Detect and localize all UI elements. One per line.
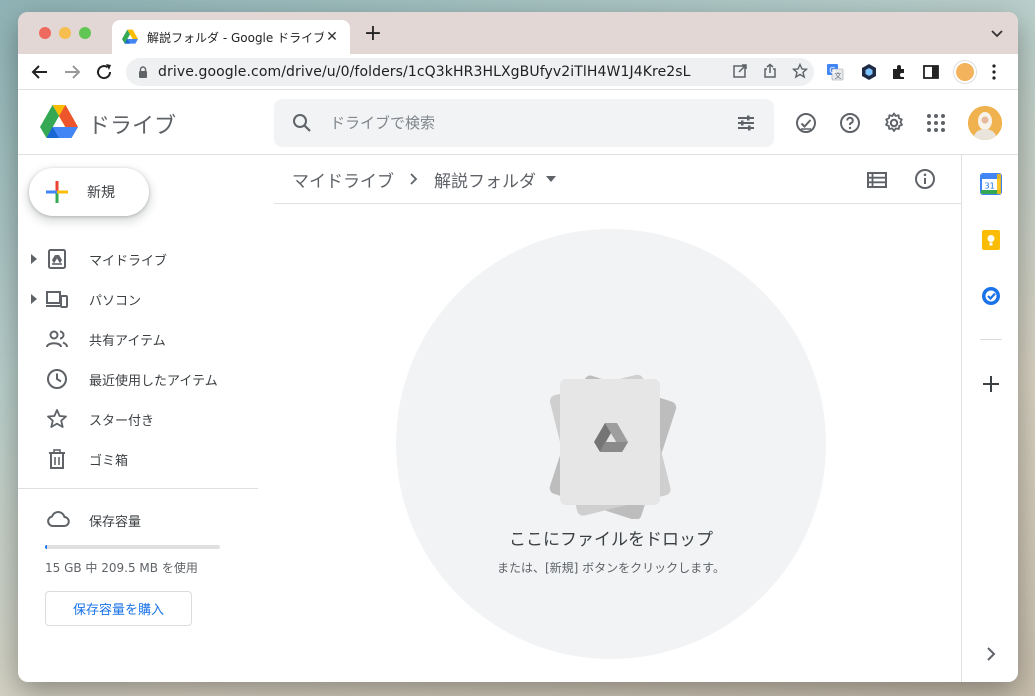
star-icon [47, 409, 67, 428]
search-bar [274, 99, 774, 147]
side-panel-divider [980, 339, 1002, 340]
active-tab[interactable]: 解説フォルダ - Google ドライブ ✕ [112, 20, 350, 54]
search-input[interactable] [330, 99, 710, 147]
new-button[interactable]: 新規 [29, 168, 149, 216]
tab-close-icon[interactable]: ✕ [324, 29, 340, 45]
trash-icon [49, 449, 65, 469]
browser-profile-avatar[interactable] [954, 61, 976, 83]
bookmark-star-icon[interactable] [792, 63, 808, 79]
svg-text:31: 31 [985, 182, 995, 191]
side-panel: 31 [961, 155, 1018, 682]
sidebar-item-computers[interactable]: パソコン [18, 279, 258, 319]
tab-strip: 解説フォルダ - Google ドライブ ✕ + [18, 12, 1018, 54]
storage-usage-fill [45, 545, 48, 549]
google-drive-logo-icon[interactable] [40, 105, 78, 139]
address-bar[interactable]: drive.google.com/drive/u/0/folders/1cQ3k… [126, 58, 814, 86]
sidebar-item-my-drive[interactable]: マイドライブ [18, 239, 258, 279]
new-button-label: 新規 [87, 185, 115, 201]
breadcrumb: マイドライブ 解説フォルダ [292, 165, 556, 193]
sidebar-item-label: スター付き [89, 413, 155, 429]
forward-arrow-icon[interactable] [62, 62, 82, 82]
google-translate-icon[interactable]: G 文 [826, 63, 844, 81]
tab-title: 解説フォルダ - Google ドライブ [147, 30, 324, 45]
offline-ready-icon[interactable] [794, 111, 818, 135]
back-arrow-icon[interactable] [30, 62, 50, 82]
sidebar-item-shared[interactable]: 共有アイテム [18, 319, 258, 359]
storage-label[interactable]: 保存容量 [89, 511, 141, 530]
side-panel-icon[interactable] [922, 63, 940, 81]
sidebar-item-starred[interactable]: スター付き [18, 399, 258, 439]
google-drive-favicon-icon [122, 29, 138, 44]
computers-icon [46, 291, 68, 308]
sidebar-item-recent[interactable]: 最近使用したアイテム [18, 359, 258, 399]
share-icon[interactable] [762, 63, 778, 79]
list-view-icon[interactable] [866, 169, 888, 191]
reload-icon[interactable] [94, 62, 114, 82]
avatar-portrait-icon [968, 106, 1002, 140]
help-icon[interactable] [838, 111, 862, 135]
buy-storage-button[interactable]: 保存容量を購入 [45, 591, 192, 626]
expand-arrow-icon[interactable] [30, 294, 38, 304]
breadcrumb-current-folder[interactable]: 解説フォルダ [434, 167, 536, 192]
tab-search-chevron-icon[interactable] [990, 26, 1004, 40]
settings-gear-icon[interactable] [882, 111, 906, 135]
search-options-icon[interactable] [736, 113, 756, 133]
browser-toolbar: drive.google.com/drive/u/0/folders/1cQ3k… [18, 54, 1018, 90]
chevron-right-icon [410, 173, 418, 185]
chevron-right-icon[interactable] [980, 643, 1002, 665]
colorful-plus-icon [46, 181, 68, 203]
browser-menu-icon[interactable] [992, 64, 996, 80]
app-name[interactable]: ドライブ [88, 108, 176, 140]
extensions-puzzle-icon[interactable] [890, 63, 908, 81]
empty-state-subtitle: または、[新規] ボタンをクリックします。 [497, 561, 725, 575]
add-addon-plus-icon[interactable] [980, 373, 1002, 395]
sidebar-item-label: 最近使用したアイテム [89, 373, 218, 389]
google-calendar-icon[interactable]: 31 [980, 173, 1002, 195]
clock-icon [47, 369, 67, 389]
drop-zone[interactable]: ここにファイルをドロップ または、[新規] ボタンをクリックします。 [396, 229, 826, 659]
lock-icon [139, 66, 147, 78]
new-tab-button[interactable]: + [362, 23, 384, 45]
main-content: マイドライブ 解説フォルダ ここにファイルをドロップ または、[新規] ボタンを… [274, 155, 961, 682]
storage-usage-text: 15 GB 中 209.5 MB を使用 [45, 561, 198, 575]
sidebar-item-label: 共有アイテム [89, 333, 166, 349]
caret-down-icon[interactable] [546, 176, 556, 182]
expand-arrow-icon[interactable] [30, 254, 38, 264]
cloud-icon [47, 511, 70, 527]
sidebar-item-label: ゴミ箱 [89, 453, 129, 469]
google-keep-icon[interactable] [980, 229, 1002, 251]
info-icon[interactable] [914, 168, 936, 190]
sidebar-item-trash[interactable]: ゴミ箱 [18, 439, 258, 479]
sidebar-item-label: マイドライブ [89, 253, 168, 269]
breadcrumb-my-drive[interactable]: マイドライブ [292, 167, 394, 192]
sidebar-item-label: パソコン [89, 293, 142, 309]
omnibox-actions [732, 63, 808, 79]
svg-text:文: 文 [835, 71, 842, 80]
empty-folder-documents-icon [549, 374, 677, 519]
drive-header: ドライブ [18, 91, 1018, 155]
search-icon[interactable] [292, 113, 312, 133]
my-drive-icon [48, 249, 66, 269]
extension-hex-icon[interactable] [860, 63, 878, 81]
open-in-new-icon[interactable] [732, 63, 748, 79]
sidebar-divider [18, 488, 258, 489]
minimize-window-button[interactable] [59, 27, 71, 39]
left-navigation: 新規 マイドライブ パソコン 共有アイテム 最近使用したアイテム スター付き ゴ… [18, 155, 274, 682]
zoom-window-button[interactable] [79, 27, 91, 39]
storage-usage-bar [45, 545, 220, 549]
empty-state-title: ここにファイルをドロップ [509, 530, 713, 550]
close-window-button[interactable] [39, 27, 51, 39]
url-text: drive.google.com/drive/u/0/folders/1cQ3k… [158, 64, 691, 80]
toolbar-divider [274, 203, 961, 204]
google-tasks-icon[interactable] [980, 285, 1002, 307]
apps-grid-icon[interactable] [924, 111, 948, 135]
shared-icon [46, 330, 68, 348]
browser-window: 解説フォルダ - Google ドライブ ✕ + drive.google.co… [18, 12, 1018, 682]
account-avatar[interactable] [968, 106, 1002, 140]
